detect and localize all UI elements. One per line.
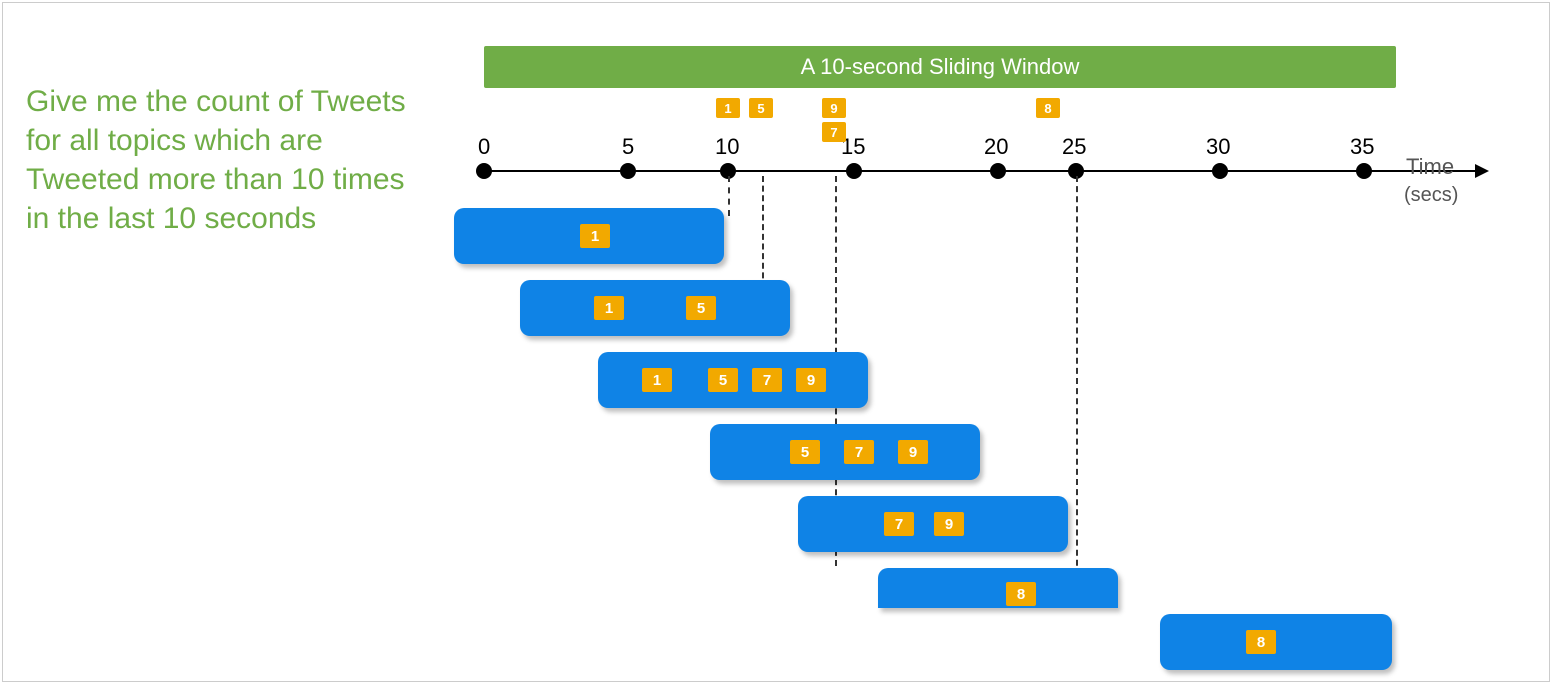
event-box: 9 xyxy=(822,98,846,118)
window-bar xyxy=(1160,614,1392,670)
window-bar xyxy=(798,496,1068,552)
tick-label: 35 xyxy=(1350,134,1374,160)
tick-dot xyxy=(476,163,492,179)
dashed-line xyxy=(762,176,764,288)
event-box: 8 xyxy=(1036,98,1060,118)
dashed-line xyxy=(1076,176,1078,586)
window-value-box: 9 xyxy=(934,512,964,536)
dashed-line xyxy=(728,176,730,216)
window-value-box: 5 xyxy=(708,368,738,392)
tick-dot xyxy=(990,163,1006,179)
window-value-box: 5 xyxy=(790,440,820,464)
query-text: Give me the count of Tweets for all topi… xyxy=(26,82,426,238)
window-value-box: 8 xyxy=(1006,582,1036,606)
window-value-box: 1 xyxy=(642,368,672,392)
event-box: 1 xyxy=(716,98,740,118)
axis-units: (secs) xyxy=(1404,184,1458,207)
tick-label: 5 xyxy=(622,134,634,160)
event-box: 5 xyxy=(749,98,773,118)
window-bar xyxy=(878,568,1118,608)
window-value-box: 7 xyxy=(844,440,874,464)
sliding-window-title-bar: A 10-second Sliding Window xyxy=(484,46,1396,88)
window-value-box: 9 xyxy=(796,368,826,392)
event-box: 7 xyxy=(822,122,846,142)
window-value-box: 1 xyxy=(594,296,624,320)
window-value-box: 1 xyxy=(580,224,610,248)
tick-dot xyxy=(1212,163,1228,179)
tick-label: 10 xyxy=(715,134,739,160)
window-value-box: 8 xyxy=(1246,630,1276,654)
tick-label: 0 xyxy=(478,134,490,160)
tick-label: 20 xyxy=(984,134,1008,160)
axis-title: Time xyxy=(1406,154,1454,180)
window-value-box: 9 xyxy=(898,440,928,464)
window-value-box: 7 xyxy=(884,512,914,536)
tick-label: 30 xyxy=(1206,134,1230,160)
tick-dot xyxy=(620,163,636,179)
tick-dot xyxy=(1356,163,1372,179)
tick-dot xyxy=(846,163,862,179)
tick-label: 25 xyxy=(1062,134,1086,160)
window-value-box: 5 xyxy=(686,296,716,320)
axis-arrowhead-icon xyxy=(1475,164,1489,178)
window-bar xyxy=(520,280,790,336)
window-value-box: 7 xyxy=(752,368,782,392)
